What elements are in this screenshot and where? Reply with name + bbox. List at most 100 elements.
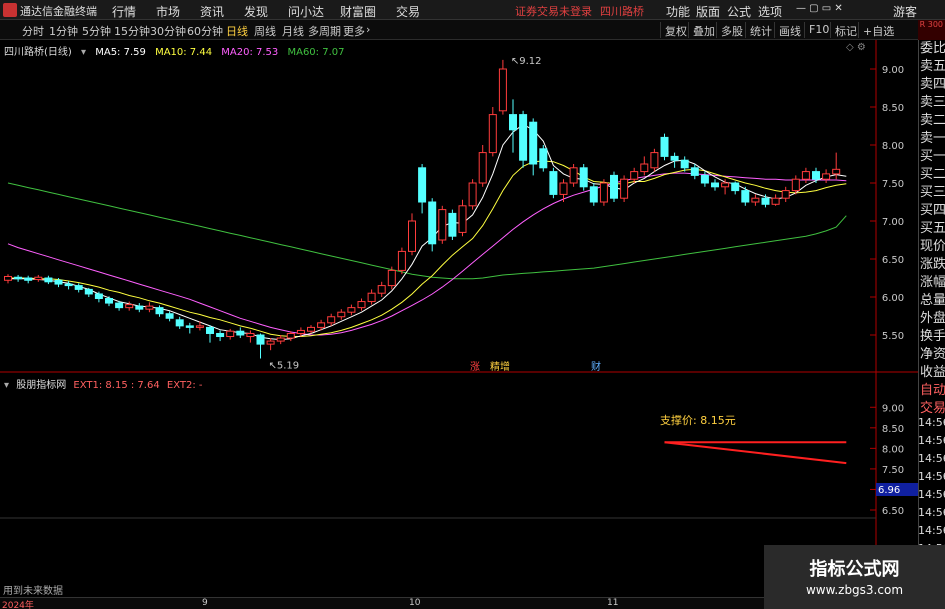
tick-time: 14:56	[918, 452, 945, 465]
watermark-url: www.zbgs3.com	[805, 583, 904, 597]
candle-up	[559, 182, 568, 195]
tab-60min[interactable]: 60分钟	[187, 23, 223, 39]
side-panel-item[interactable]: 外盘	[919, 310, 945, 328]
candle-down	[549, 171, 558, 195]
candle-up	[620, 178, 629, 199]
chart-settings-icon[interactable]: ◇ ⚙	[846, 42, 866, 53]
tab-multi-period[interactable]: 多周期	[308, 23, 341, 39]
candle-down	[84, 288, 93, 295]
candle-down	[236, 330, 245, 336]
candle-down	[216, 332, 225, 338]
statistics-button[interactable]: 统计	[745, 22, 776, 38]
candle-down	[579, 167, 588, 188]
side-panel-item[interactable]: 卖一	[919, 130, 945, 148]
side-panel-item[interactable]: 换手	[919, 328, 945, 346]
candle-down	[660, 136, 669, 157]
tab-monthly[interactable]: 月线	[282, 23, 304, 39]
window-controls[interactable]: — ▢ ▭ ✕	[796, 3, 843, 14]
tab-30min[interactable]: 30分钟	[150, 23, 186, 39]
add-watchlist-button[interactable]: +自选	[858, 22, 898, 38]
side-panel-item[interactable]: 涨跌	[919, 256, 945, 274]
kline-chart[interactable]: 9.00 8.50 8.00 7.50 7.00 6.50 6.00 5.50 9.00 8.5…	[0, 40, 918, 597]
multi-stock-button[interactable]: 多股	[716, 22, 747, 38]
high-price-label: ↖9.12	[511, 56, 542, 67]
candle-down	[14, 276, 23, 280]
date-label-year: 2024年	[2, 601, 34, 609]
overlay-button[interactable]: 叠加	[688, 22, 719, 38]
side-panel-item[interactable]: 买四	[919, 202, 945, 220]
menu-wealth[interactable]: 财富圈	[340, 3, 376, 20]
candle-up	[367, 292, 376, 303]
mark-button[interactable]: 标记	[830, 22, 861, 38]
side-panel-item[interactable]: 买一	[919, 148, 945, 166]
side-panel-item[interactable]: 委比	[919, 40, 945, 58]
side-panel-item[interactable]: 涨幅	[919, 274, 945, 292]
candle-up	[266, 340, 275, 345]
candle-up	[246, 332, 255, 338]
low-price-label: ↖5.19	[269, 361, 300, 372]
event-tag-limitup[interactable]: 涨	[470, 361, 480, 373]
menu-news[interactable]: 资讯	[200, 3, 224, 20]
side-panel-item[interactable]: 现价	[919, 238, 945, 256]
side-panel-item[interactable]: 卖四	[919, 76, 945, 94]
menu-ask[interactable]: 问小达	[288, 3, 324, 20]
menu-formula[interactable]: 公式	[727, 3, 751, 20]
chevron-down-icon[interactable]: ▾	[81, 47, 86, 58]
ma20-label: MA20: 7.53	[221, 47, 279, 58]
f10-button[interactable]: F10	[804, 22, 833, 38]
watermark-banner: 指标公式网 www.zbgs3.com	[764, 545, 945, 609]
candle-down	[448, 212, 457, 237]
side-panel-item[interactable]: 卖三	[919, 94, 945, 112]
candle-down	[155, 307, 164, 315]
chevron-down-icon[interactable]: ▾	[4, 380, 9, 391]
candle-down	[206, 326, 214, 334]
tab-1min[interactable]: 1分钟	[49, 23, 78, 39]
indicator-name[interactable]: 股朋指标网	[16, 380, 66, 391]
date-label-sep: 9	[202, 598, 208, 608]
menu-options[interactable]: 选项	[758, 3, 782, 20]
candle-down	[428, 201, 437, 245]
draw-line-button[interactable]: 画线	[774, 22, 805, 38]
menu-discover[interactable]: 发现	[244, 3, 268, 20]
menu-market[interactable]: 市场	[156, 3, 180, 20]
event-tag-placement[interactable]: 精增	[490, 360, 510, 373]
guest-label[interactable]: 游客	[893, 3, 917, 20]
tab-weekly[interactable]: 周线	[254, 23, 276, 39]
candle-down	[54, 279, 63, 285]
menu-layout[interactable]: 版面	[696, 3, 720, 20]
side-panel-item[interactable]: 买二	[919, 166, 945, 184]
menu-market-quotes[interactable]: 行情	[112, 3, 136, 20]
tab-5min[interactable]: 5分钟	[82, 23, 111, 39]
tab-intraday[interactable]: 分时	[22, 23, 44, 39]
price-tick-label: 8.00	[882, 141, 904, 152]
menu-trade[interactable]: 交易	[396, 3, 420, 20]
side-panel-item[interactable]: 收益	[919, 364, 945, 382]
more-chevron-icon[interactable]: ›	[366, 23, 370, 36]
side-panel-item[interactable]: 净资	[919, 346, 945, 364]
event-tag-finance[interactable]: 财	[591, 360, 601, 373]
support-price-label: 支撑价: 8.15元	[660, 414, 736, 427]
adjust-button[interactable]: 复权	[660, 22, 691, 38]
right-top-badge: R 300	[918, 20, 945, 40]
candle-down	[731, 182, 740, 192]
tab-daily[interactable]: 日线	[226, 23, 248, 39]
indicator-tick-label: 7.50	[882, 465, 904, 476]
side-panel-item[interactable]: 卖五	[919, 58, 945, 76]
candle-down	[812, 171, 820, 180]
ma60-line	[7, 182, 847, 280]
price-tick-label: 5.50	[882, 331, 904, 342]
ma20-line	[7, 172, 847, 336]
app-name: 通达信金融终端	[20, 5, 97, 18]
tab-15min[interactable]: 15分钟	[114, 23, 150, 39]
side-panel-item[interactable]: 卖二	[919, 112, 945, 130]
candle-up	[34, 276, 43, 281]
side-panel-item[interactable]: 买五	[919, 220, 945, 238]
menu-functions[interactable]: 功能	[666, 3, 690, 20]
side-panel-item[interactable]: 总量	[919, 292, 945, 310]
side-panel-item[interactable]: 买三	[919, 184, 945, 202]
side-panel-item[interactable]: 自动	[919, 382, 945, 400]
ma10-label: MA10: 7.44	[155, 47, 213, 58]
tab-more[interactable]: 更多	[343, 23, 365, 39]
indicator-tick-label: 6.50	[882, 506, 904, 517]
date-label-nov: 11	[607, 598, 619, 608]
